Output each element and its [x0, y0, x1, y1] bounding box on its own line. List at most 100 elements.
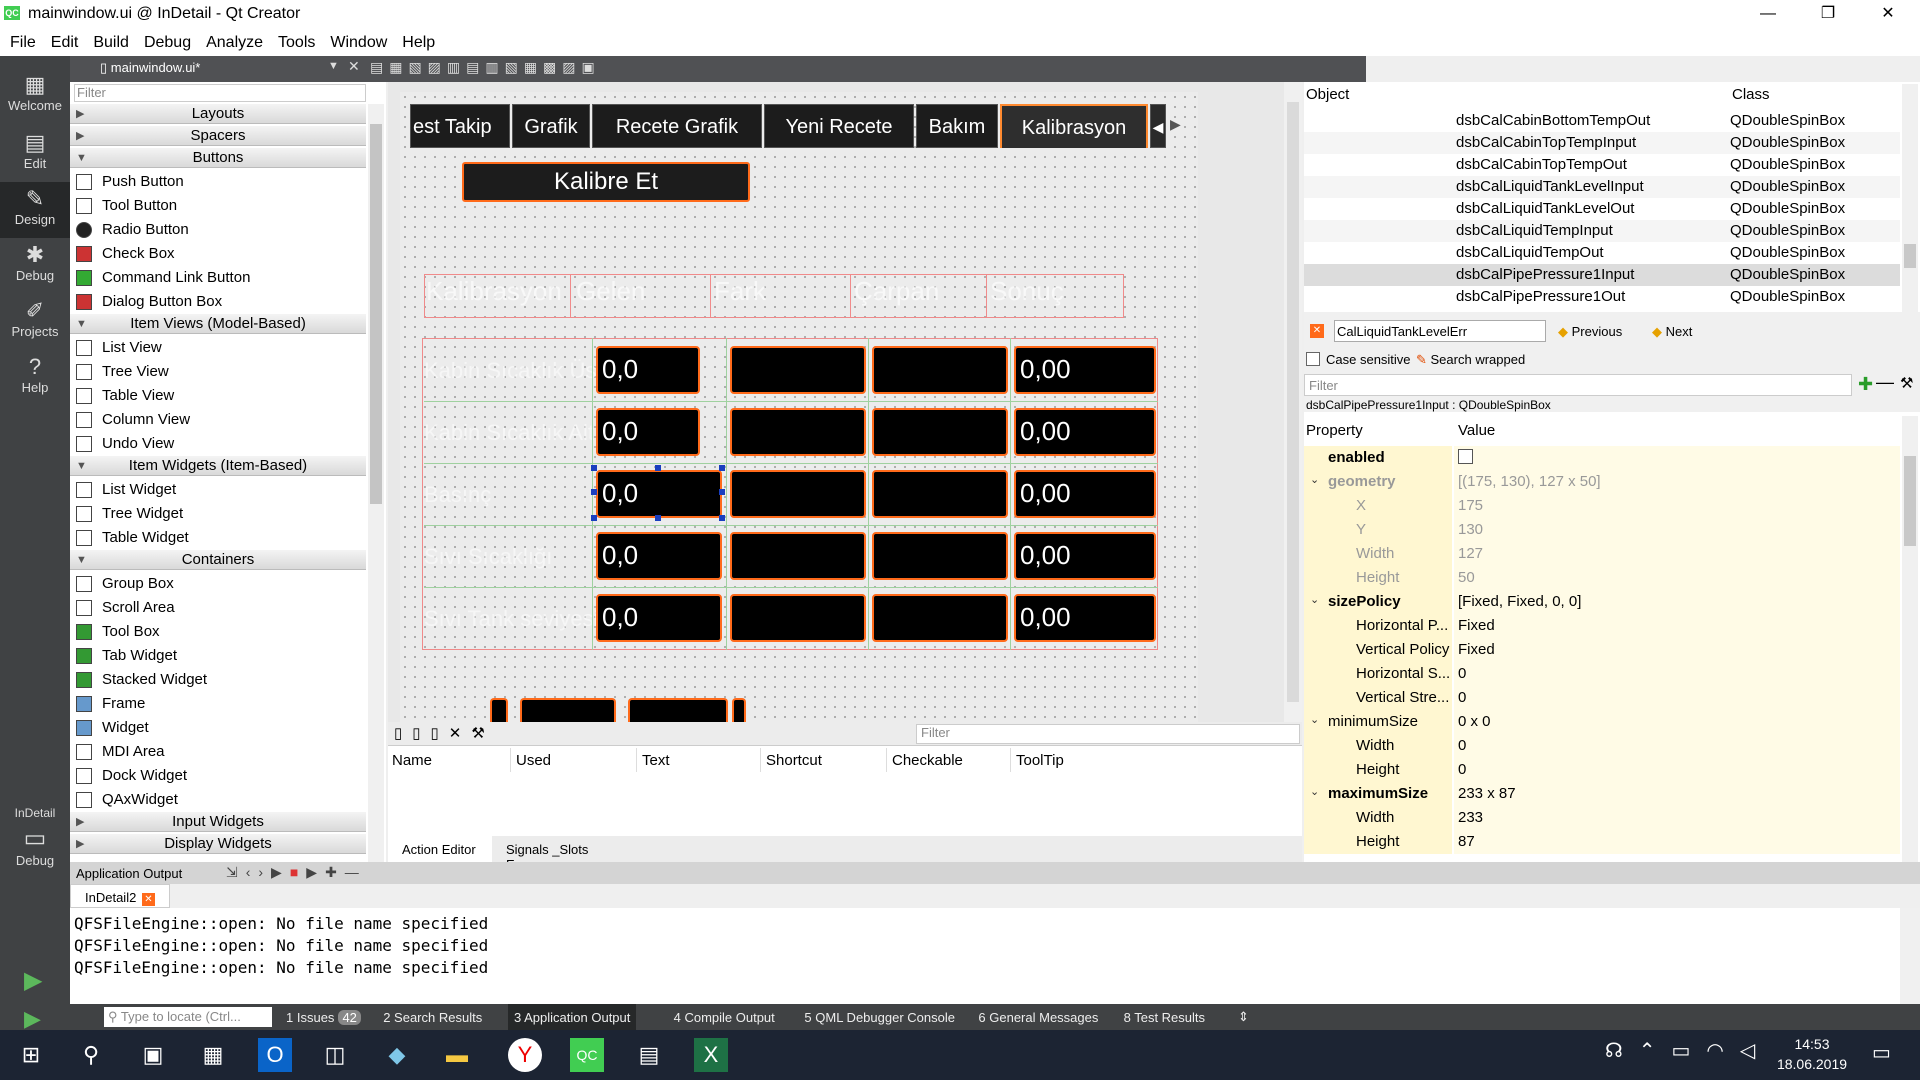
widget-category[interactable]: ▼ Containers: [70, 550, 366, 570]
maximize-button[interactable]: ❐: [1806, 2, 1850, 26]
property-row[interactable]: ⌄ minimumSize 0 x 0: [1304, 710, 1900, 734]
carpan-field[interactable]: [872, 594, 1008, 642]
widget-category[interactable]: ▶ Display Widgets: [70, 834, 366, 854]
calibrate-button[interactable]: Kalibre Et: [462, 162, 750, 202]
widget-item[interactable]: Table Widget: [70, 526, 366, 550]
selection-handle[interactable]: [655, 465, 661, 471]
pane-qml-debugger-console[interactable]: 5 QML Debugger Console: [798, 1004, 961, 1030]
scrollbar-thumb[interactable]: [370, 124, 382, 504]
gelen-spinbox[interactable]: 0,0: [596, 346, 700, 394]
selection-handle[interactable]: [719, 515, 725, 521]
layout-toolbar-icons[interactable]: ▤▦▧▨▥▤▥▧▦▩▨▣: [370, 59, 601, 76]
selection-handle[interactable]: [591, 489, 597, 495]
mode-help[interactable]: ? Help: [0, 350, 70, 406]
property-row[interactable]: ⌄ sizePolicy [Fixed, Fixed, 0, 0]: [1304, 590, 1900, 614]
chevron-down-icon[interactable]: ▼: [328, 60, 339, 72]
add-property-icon[interactable]: ✚: [1858, 374, 1873, 395]
widget-item[interactable]: List View: [70, 336, 366, 360]
widget-item[interactable]: Push Button: [70, 170, 366, 194]
widget-item[interactable]: Radio Button: [70, 218, 366, 242]
carpan-field[interactable]: [872, 346, 1008, 394]
locator-input[interactable]: ⚲ Type to locate (Ctrl...: [104, 1007, 272, 1027]
gelen-spinbox[interactable]: 0,0: [596, 532, 722, 580]
gelen-spinbox[interactable]: 0,0: [596, 594, 722, 642]
property-row[interactable]: Height 87: [1304, 830, 1900, 854]
pane-application-output[interactable]: 3 Application Output: [508, 1004, 637, 1030]
enabled-checkbox[interactable]: [1458, 449, 1473, 464]
fark-field[interactable]: [730, 594, 866, 642]
editor-file-tab[interactable]: ▯ mainwindow.ui*: [100, 60, 200, 76]
mode-edit[interactable]: ▤ Edit: [0, 126, 70, 182]
kit-selector[interactable]: InDetail ▭ Debug: [0, 806, 70, 926]
property-row[interactable]: Height 0: [1304, 758, 1900, 782]
object-row[interactable]: dsbCalLiquidTempInput QDoubleSpinBox: [1304, 220, 1900, 242]
object-scrollbar[interactable]: [1902, 84, 1918, 312]
sonuc-field[interactable]: 0,00: [1014, 470, 1156, 518]
mode-welcome[interactable]: ▦ Welcome: [0, 68, 70, 124]
widget-category[interactable]: ▼ Buttons: [70, 148, 366, 168]
menu-analyze[interactable]: Analyze: [196, 28, 268, 52]
property-row[interactable]: Y 130: [1304, 518, 1900, 542]
pane-search-results[interactable]: 2 Search Results: [377, 1004, 488, 1030]
widget-item[interactable]: MDI Area: [70, 740, 366, 764]
widget-item[interactable]: Scroll Area: [70, 596, 366, 620]
tab-kalibrasyon[interactable]: Kalibrasyon: [1000, 104, 1148, 148]
property-row[interactable]: Width 127: [1304, 542, 1900, 566]
property-row[interactable]: Height 50: [1304, 566, 1900, 590]
property-row[interactable]: ⌄ geometry [(175, 130), 127 x 50]: [1304, 470, 1900, 494]
sonuc-field[interactable]: 0,00: [1014, 532, 1156, 580]
printer-app-icon[interactable]: ▣: [136, 1038, 170, 1072]
yandex-browser-icon[interactable]: Y: [508, 1038, 542, 1072]
widget-item[interactable]: Tool Button: [70, 194, 366, 218]
fark-field[interactable]: [730, 532, 866, 580]
partial-widget[interactable]: [490, 698, 508, 722]
scrollbar-thumb[interactable]: [1904, 244, 1916, 268]
fark-field[interactable]: [730, 408, 866, 456]
property-value[interactable]: 233 x 87: [1454, 782, 1900, 806]
property-row[interactable]: Width 0: [1304, 734, 1900, 758]
find-input[interactable]: CalLiquidTankLevelErr: [1334, 320, 1546, 342]
selection-handle[interactable]: [591, 515, 597, 521]
scroll-right-icon[interactable]: ▶: [1170, 116, 1181, 133]
widget-item[interactable]: Command Link Button: [70, 266, 366, 290]
start-icon[interactable]: ⊞: [14, 1038, 48, 1072]
property-value[interactable]: 233: [1454, 806, 1900, 830]
property-value[interactable]: [(175, 130), 127 x 50]: [1454, 470, 1900, 494]
widget-item[interactable]: Column View: [70, 408, 366, 432]
property-value[interactable]: 0: [1454, 758, 1900, 782]
notifications-icon[interactable]: ▭: [1872, 1040, 1891, 1065]
property-row[interactable]: enabled: [1304, 446, 1900, 470]
run-icon[interactable]: ▶: [24, 966, 42, 995]
property-value[interactable]: 87: [1454, 830, 1900, 854]
tab-bakım[interactable]: Bakım: [916, 104, 998, 148]
search-icon[interactable]: ⚲: [74, 1038, 108, 1072]
selection-handle[interactable]: [719, 465, 725, 471]
widget-item[interactable]: Table View: [70, 384, 366, 408]
close-tab-icon[interactable]: ✕: [141, 893, 155, 906]
widget-category[interactable]: ▶ Input Widgets: [70, 812, 366, 832]
output-scrollbar[interactable]: [1900, 908, 1920, 1004]
widget-item[interactable]: QAxWidget: [70, 788, 366, 812]
fark-field[interactable]: [730, 346, 866, 394]
case-sensitive-checkbox[interactable]: [1306, 352, 1320, 366]
property-value[interactable]: 130: [1454, 518, 1900, 542]
property-value[interactable]: [1454, 446, 1900, 470]
sonuc-field[interactable]: 0,00: [1014, 594, 1156, 642]
chevron-down-icon[interactable]: ⌄: [1310, 785, 1319, 798]
widget-item[interactable]: Undo View: [70, 432, 366, 456]
widget-item[interactable]: Check Box: [70, 242, 366, 266]
widget-category[interactable]: ▼ Item Widgets (Item-Based): [70, 456, 366, 476]
property-value[interactable]: 0: [1454, 686, 1900, 710]
menu-file[interactable]: File: [0, 28, 41, 52]
minimize-button[interactable]: —: [1746, 2, 1790, 26]
property-value[interactable]: Fixed: [1454, 638, 1900, 662]
widget-filter-input[interactable]: Filter: [74, 84, 366, 102]
tab-recete-grafik[interactable]: Recete Grafik: [592, 104, 762, 148]
property-value[interactable]: 0: [1454, 734, 1900, 758]
chevron-down-icon[interactable]: ⌄: [1310, 473, 1319, 486]
property-row[interactable]: ⌄ maximumSize 233 x 87: [1304, 782, 1900, 806]
widgetbox-scrollbar[interactable]: [368, 104, 384, 862]
property-row[interactable]: Vertical Policy Fixed: [1304, 638, 1900, 662]
property-row[interactable]: Horizontal S... 0: [1304, 662, 1900, 686]
qt-creator-taskbar-icon[interactable]: QC: [570, 1038, 604, 1072]
